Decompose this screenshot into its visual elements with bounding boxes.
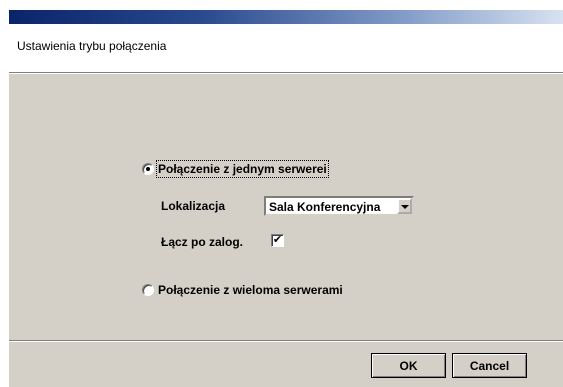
location-select[interactable]: Sala Konferencyjna bbox=[264, 196, 414, 216]
connect-after-login-label: Łącz po zalog. bbox=[161, 235, 244, 249]
title-bar bbox=[9, 10, 563, 24]
single-server-radio[interactable] bbox=[142, 163, 154, 175]
cancel-button[interactable]: Cancel bbox=[452, 353, 527, 378]
location-label: Lokalizacja bbox=[161, 199, 226, 213]
multi-server-label[interactable]: Połączenie z wieloma serwerami bbox=[158, 283, 343, 297]
location-select-value: Sala Konferencyjna bbox=[269, 200, 381, 214]
dialog-title: Ustawienia trybu połączenia bbox=[17, 39, 167, 53]
chevron-down-icon[interactable] bbox=[397, 198, 412, 214]
multi-server-radio[interactable] bbox=[142, 284, 154, 296]
dialog-header: Ustawienia trybu połączenia bbox=[9, 24, 563, 72]
single-server-label[interactable]: Połączenie z jednym serwerei bbox=[156, 160, 329, 178]
connect-after-login-checkbox[interactable]: ✔ bbox=[271, 234, 284, 247]
checkmark-icon: ✔ bbox=[272, 234, 283, 246]
ok-button[interactable]: OK bbox=[371, 353, 446, 378]
